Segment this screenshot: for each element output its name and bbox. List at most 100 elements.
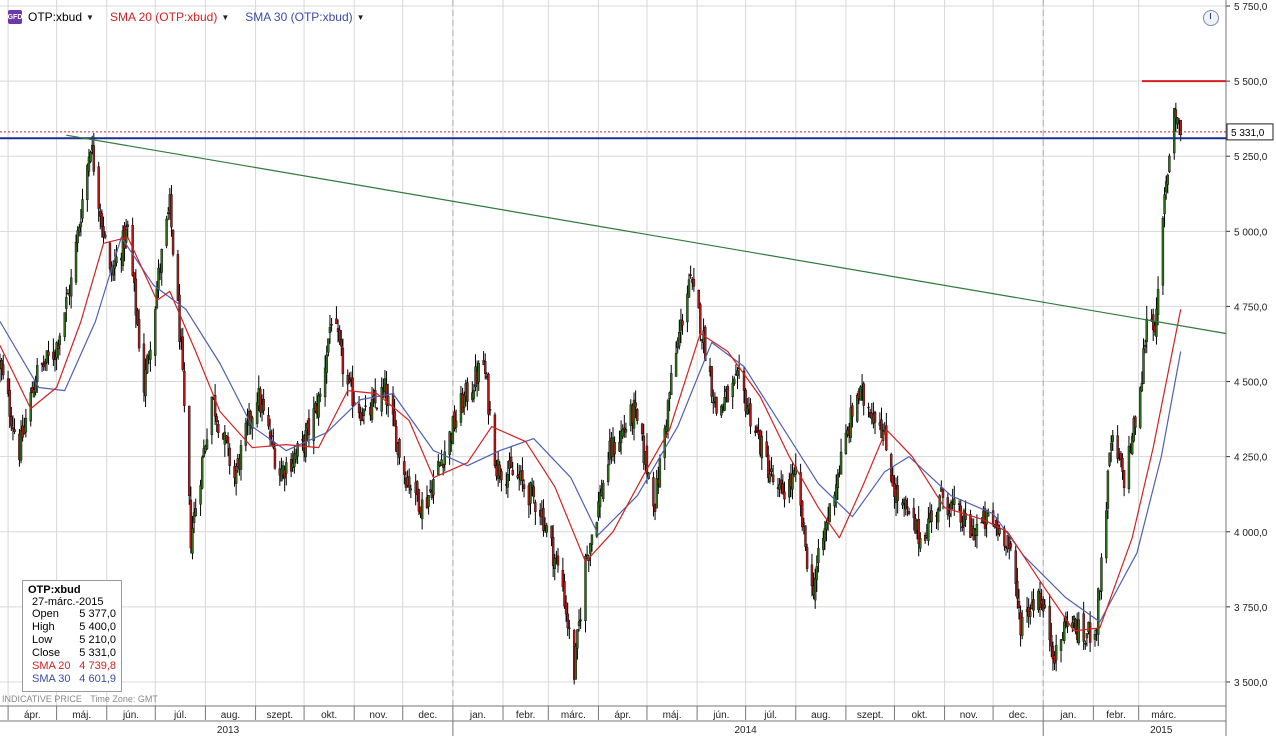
candle-body bbox=[948, 513, 951, 517]
candle-body bbox=[652, 477, 655, 507]
x-tick-label: nov. bbox=[960, 710, 978, 721]
clock-icon[interactable] bbox=[1203, 10, 1219, 26]
candle-body bbox=[975, 523, 979, 536]
candle-body bbox=[765, 441, 768, 457]
candle-body bbox=[273, 448, 277, 469]
candle-body bbox=[97, 166, 100, 209]
candle-body bbox=[574, 645, 577, 680]
candle-body bbox=[715, 396, 718, 414]
candle-body bbox=[1085, 633, 1089, 639]
candle-body bbox=[262, 399, 265, 411]
candle-body bbox=[1109, 443, 1113, 451]
candle-body bbox=[1048, 605, 1051, 641]
candle-body bbox=[11, 427, 15, 429]
candle-body bbox=[577, 621, 581, 626]
candle-body bbox=[1105, 510, 1108, 559]
candle-body bbox=[927, 518, 930, 541]
candle-body bbox=[462, 394, 466, 408]
chart-svg: 5 750,0 5 500,0 5 250,0 5 000,0 4 750,0 4 500… bbox=[0, 0, 1276, 736]
candle-body bbox=[1088, 622, 1092, 643]
candle-body bbox=[736, 370, 739, 376]
candle-body bbox=[8, 389, 11, 417]
x-tick-label: máj. bbox=[72, 710, 91, 721]
x-tick-label: júl. bbox=[763, 710, 777, 721]
candle-body bbox=[949, 502, 953, 509]
dropdown-caret-icon: ▼ bbox=[356, 12, 365, 22]
candle-body bbox=[1032, 599, 1035, 611]
candle-body bbox=[1054, 644, 1058, 661]
candle-body bbox=[1134, 416, 1137, 428]
candle-body bbox=[55, 342, 58, 358]
legend-item-sma20[interactable]: SMA 20 (OTP:xbud) ▼ bbox=[110, 10, 229, 24]
candle-body bbox=[584, 555, 587, 622]
candle-body bbox=[375, 407, 379, 410]
candle-body bbox=[636, 409, 639, 421]
info-value: 4 601,9 bbox=[79, 673, 116, 685]
candle-body bbox=[534, 502, 537, 512]
candle-body bbox=[862, 383, 865, 406]
candle-body bbox=[634, 402, 637, 408]
candle-body bbox=[194, 508, 197, 517]
candle-body bbox=[689, 274, 692, 276]
candle-body bbox=[810, 564, 814, 587]
candle-body bbox=[228, 447, 231, 466]
candle-body bbox=[328, 326, 332, 333]
candle-body bbox=[663, 428, 666, 458]
candle-body bbox=[666, 400, 670, 432]
candle-body bbox=[674, 353, 678, 377]
candle-body bbox=[606, 464, 610, 482]
x-year-label: 2013 bbox=[217, 725, 240, 736]
candle-body bbox=[188, 405, 191, 496]
candle-body bbox=[867, 406, 870, 409]
x-tick-label: márc. bbox=[561, 710, 586, 721]
candle-body bbox=[602, 482, 605, 500]
info-value: 5 331,0 bbox=[79, 647, 116, 659]
y-tick-label: 4 750,0 bbox=[1234, 302, 1268, 313]
candle-body bbox=[115, 256, 118, 264]
candle-body bbox=[946, 497, 950, 515]
candle-body bbox=[959, 505, 962, 523]
chart: 5 750,0 5 500,0 5 250,0 5 000,0 4 750,0 4 500… bbox=[0, 0, 1276, 736]
candle-body bbox=[1043, 604, 1047, 608]
x-tick-label: ápr. bbox=[24, 710, 41, 721]
x-tick-label: máj. bbox=[663, 710, 682, 721]
candle-body bbox=[443, 451, 446, 465]
x-tick-label: szept. bbox=[857, 710, 884, 721]
candle-body bbox=[13, 429, 16, 432]
legend-item-sma30[interactable]: SMA 30 (OTP:xbud) ▼ bbox=[245, 10, 364, 24]
candle-body bbox=[553, 558, 556, 569]
candle-body bbox=[733, 378, 736, 384]
candle-body bbox=[488, 409, 492, 411]
candle-body bbox=[1140, 382, 1144, 391]
legend-item-otp[interactable]: OTP:xbud ▼ bbox=[28, 10, 94, 24]
candle-body bbox=[804, 525, 807, 547]
candle-body bbox=[24, 417, 28, 433]
candle-body bbox=[919, 537, 922, 549]
price-tag-label: 5 331,0 bbox=[1231, 128, 1265, 139]
candle-body bbox=[57, 345, 60, 350]
candle-body bbox=[183, 371, 186, 406]
candle-body bbox=[618, 442, 621, 452]
candle-body bbox=[1100, 557, 1103, 592]
candle-body bbox=[896, 485, 899, 501]
candle-body bbox=[961, 526, 964, 528]
candle-body bbox=[987, 513, 990, 517]
candle-body bbox=[1142, 348, 1145, 384]
x-tick-label: szept. bbox=[266, 710, 293, 721]
info-label: Open bbox=[32, 608, 59, 620]
candle-body bbox=[823, 528, 827, 542]
candle-body bbox=[953, 498, 956, 505]
y-tick-label: 4 500,0 bbox=[1234, 378, 1268, 389]
candle-body bbox=[851, 405, 854, 417]
legend-label-sma30: SMA 30 (OTP:xbud) bbox=[245, 10, 353, 24]
candle-body bbox=[521, 470, 524, 482]
candle-body bbox=[89, 151, 92, 162]
y-tick-label: 4 000,0 bbox=[1234, 528, 1268, 539]
candle-body bbox=[566, 613, 569, 629]
info-label: High bbox=[32, 621, 55, 633]
candle-body bbox=[509, 456, 513, 468]
candle-body bbox=[1111, 435, 1114, 442]
candle-body bbox=[359, 412, 362, 421]
x-tick-label: aug. bbox=[221, 710, 240, 721]
candle-body bbox=[770, 468, 773, 472]
